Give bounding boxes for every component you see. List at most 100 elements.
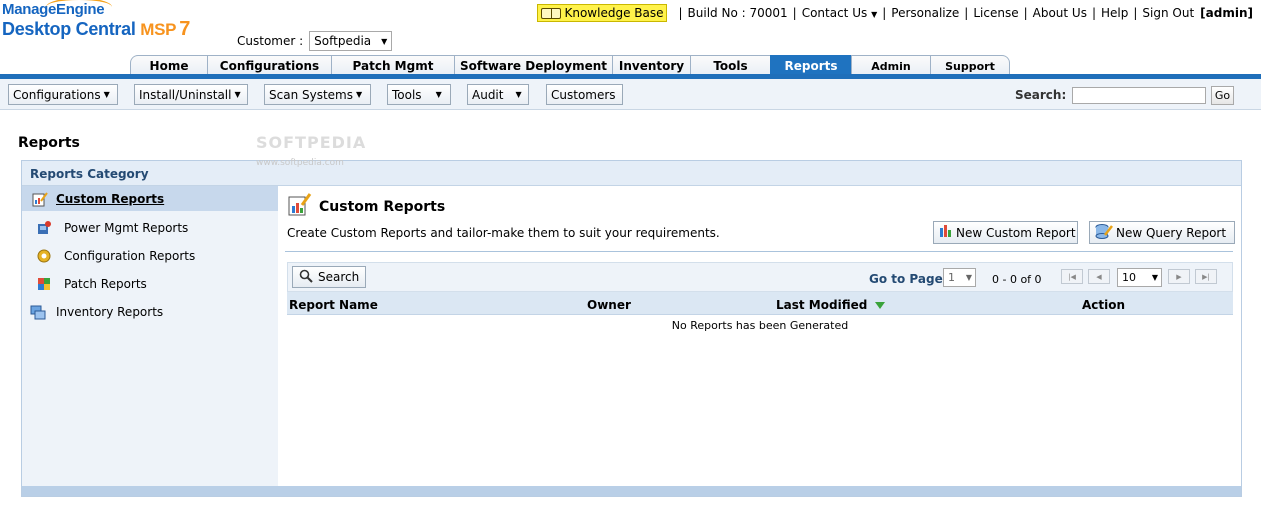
rows-per-page-select[interactable]: 10 ▼ [1117, 268, 1162, 287]
current-user: [admin] [1200, 6, 1253, 20]
audit-menu-label: Audit [472, 87, 504, 102]
tools-menu[interactable]: Tools ▼ [387, 84, 451, 105]
page-number-value: 1 [948, 271, 955, 284]
previous-page-icon[interactable]: ◀ [1088, 269, 1110, 284]
custom-reports-content: Custom Reports Create Custom Reports and… [278, 186, 1241, 487]
tab-patch-mgmt[interactable]: Patch Mgmt [331, 55, 455, 76]
logo-product: Desktop Central MSP 7 [2, 18, 190, 41]
contact-us-link[interactable]: Contact Us ▼ [802, 6, 878, 20]
license-link[interactable]: License [973, 6, 1018, 20]
sidebar-item-power-mgmt-reports[interactable]: Power Mgmt Reports [22, 215, 278, 240]
chevron-down-icon: ▼ [435, 90, 442, 99]
logo-version: 7 [179, 18, 191, 40]
magnifier-icon [299, 269, 313, 286]
content-description: Create Custom Reports and tailor-make th… [287, 226, 720, 240]
panel-footer-bar [22, 486, 1241, 496]
custom-reports-icon [32, 191, 48, 207]
tab-home[interactable]: Home [130, 55, 208, 76]
first-page-icon[interactable]: |◀ [1061, 269, 1083, 284]
tab-inventory[interactable]: Inventory [612, 55, 691, 76]
tab-support[interactable]: Support [930, 55, 1010, 76]
grid-toolbar: Search Go to Page 1 ▼ 0 - 0 of 0 |◀ ◀ 10… [287, 262, 1233, 292]
divider: | [1091, 6, 1097, 20]
logo-brand: ManageEngine [2, 2, 190, 18]
content-title: Custom Reports [319, 199, 446, 215]
sidebar-item-configuration-reports[interactable]: Configuration Reports [22, 243, 278, 268]
rows-per-page-value: 10 [1122, 271, 1136, 284]
main-tabs: Home Configurations Patch Mgmt Software … [130, 55, 1010, 76]
column-last-modified-label: Last Modified [776, 298, 868, 312]
tab-software-deployment[interactable]: Software Deployment [454, 55, 613, 76]
page-number-select[interactable]: 1 ▼ [943, 268, 976, 287]
record-range: 0 - 0 of 0 [992, 273, 1042, 286]
help-link[interactable]: Help [1101, 6, 1128, 20]
divider: | [792, 6, 797, 20]
chevron-down-icon: ▼ [965, 273, 972, 282]
sidebar-item-custom-reports[interactable]: Custom Reports [22, 186, 278, 211]
sidebar-item-inventory-reports[interactable]: Inventory Reports [22, 299, 278, 324]
configurations-menu[interactable]: Configurations ▼ [8, 84, 118, 105]
page-title: Reports [18, 135, 80, 151]
chevron-down-icon: ▼ [381, 36, 388, 46]
database-query-icon [1095, 223, 1113, 242]
chevron-down-icon: ▼ [356, 90, 363, 99]
customer-selector: Customer : Softpedia ▼ [237, 31, 393, 51]
last-page-icon[interactable]: ▶| [1195, 269, 1217, 284]
watermark: SOFTPEDIA [256, 133, 367, 152]
search-go-button[interactable]: Go [1211, 86, 1234, 105]
tab-tools[interactable]: Tools [690, 55, 771, 76]
sidebar-item-patch-reports[interactable]: Patch Reports [22, 271, 278, 296]
reports-category-header: Reports Category [22, 161, 1241, 186]
divider: | [1133, 6, 1138, 20]
chevron-down-icon: ▼ [871, 10, 878, 19]
chevron-down-icon: ▼ [1151, 273, 1158, 282]
grid-search-label: Search [318, 270, 360, 284]
sub-toolbar: Configurations ▼ Install/Uninstall ▼ Sca… [0, 79, 1261, 110]
tab-configurations[interactable]: Configurations [207, 55, 332, 76]
column-action[interactable]: Action [1082, 298, 1125, 312]
grid-search-button[interactable]: Search [292, 266, 367, 288]
tab-admin[interactable]: Admin [851, 55, 931, 76]
audit-menu[interactable]: Audit ▼ [467, 84, 529, 105]
scan-systems-menu-label: Scan Systems [269, 87, 353, 102]
reports-category-sidebar: Custom Reports Power Mgmt Reports Config… [22, 186, 278, 487]
tab-reports[interactable]: Reports [770, 55, 852, 76]
new-custom-report-button[interactable]: New Custom Report [933, 221, 1078, 244]
reports-panel: Reports Category Custom Reports Power Mg… [21, 160, 1242, 497]
logo-edition: MSP [140, 20, 177, 39]
watermark-url: www.softpedia.com [256, 158, 344, 168]
customer-dropdown[interactable]: Softpedia ▼ [309, 31, 393, 51]
sidebar-item-label: Inventory Reports [56, 304, 164, 319]
configurations-menu-label: Configurations [13, 87, 101, 102]
logo-product-name: Desktop Central [2, 19, 136, 39]
search-input[interactable] [1072, 87, 1206, 104]
divider: | [882, 6, 887, 20]
about-us-link[interactable]: About Us [1033, 6, 1087, 20]
new-query-report-button[interactable]: New Query Report [1089, 221, 1235, 244]
sidebar-item-label: Configuration Reports [64, 248, 196, 263]
new-query-report-label: New Query Report [1116, 225, 1227, 240]
app-logo[interactable]: ManageEngine Desktop Central MSP 7 [2, 2, 190, 41]
tools-menu-label: Tools [392, 87, 422, 102]
divider: | [964, 6, 969, 20]
personalize-link[interactable]: Personalize [891, 6, 959, 20]
divider: | [1023, 6, 1028, 20]
content-divider [285, 251, 1233, 252]
install-uninstall-menu[interactable]: Install/Uninstall ▼ [134, 84, 248, 105]
scan-systems-menu[interactable]: Scan Systems ▼ [264, 84, 371, 105]
knowledge-base-link[interactable]: Knowledge Base [537, 4, 668, 22]
go-to-page-label: Go to Page [869, 272, 943, 286]
next-page-icon[interactable]: ▶ [1168, 269, 1190, 284]
column-last-modified[interactable]: Last Modified [776, 298, 886, 312]
customer-label: Customer : [237, 34, 304, 48]
logo-arc-icon [46, 0, 112, 16]
power-mgmt-icon [36, 220, 52, 236]
column-report-name[interactable]: Report Name [289, 298, 378, 312]
customers-button[interactable]: Customers [546, 84, 623, 105]
column-owner[interactable]: Owner [587, 298, 631, 312]
patch-icon [36, 276, 52, 292]
sign-out-link[interactable]: Sign Out [1142, 6, 1194, 20]
custom-reports-title-icon [288, 192, 312, 216]
sidebar-item-label: Patch Reports [64, 276, 147, 291]
book-icon [541, 7, 562, 19]
